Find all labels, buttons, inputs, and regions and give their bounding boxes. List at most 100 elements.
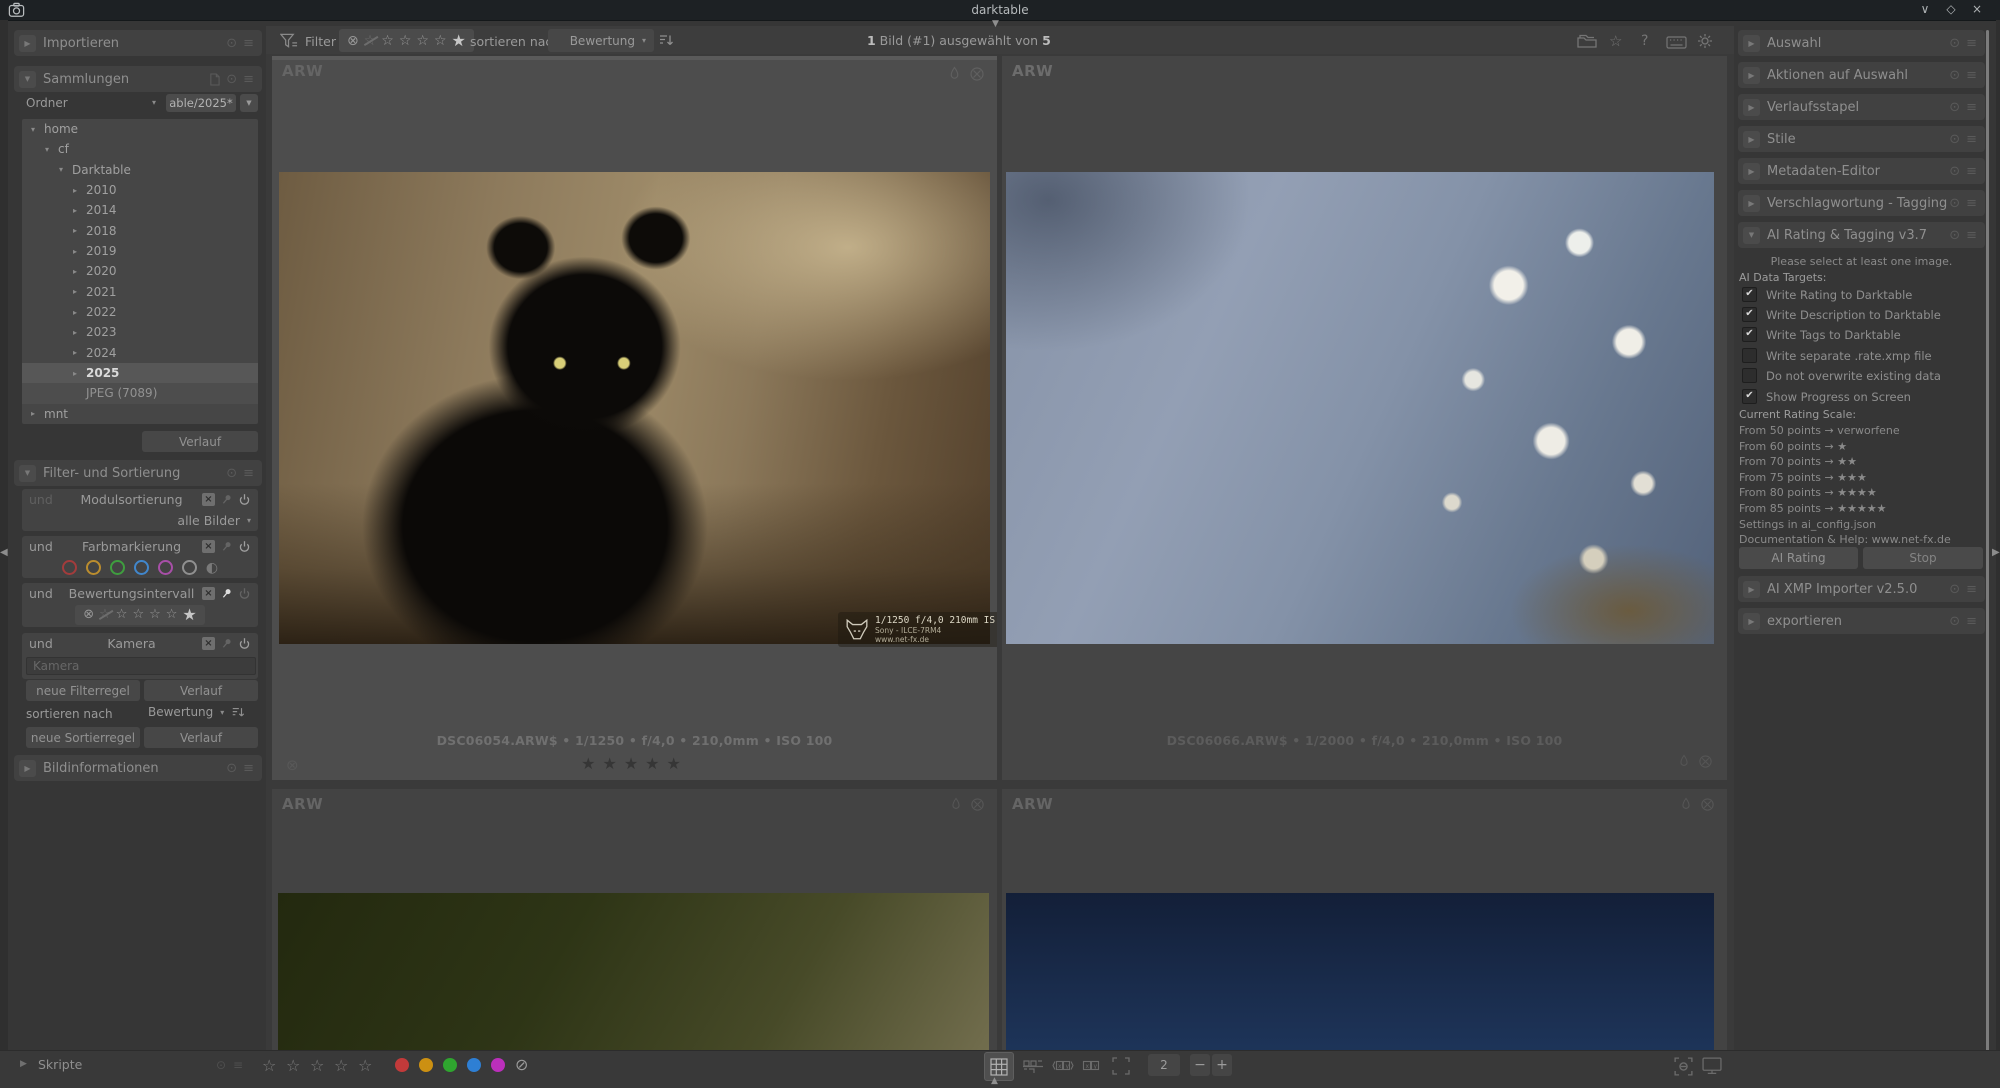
- tree-item-2014[interactable]: ▸ 2014: [22, 200, 258, 220]
- collapsed-icon[interactable]: ▸: [73, 226, 86, 235]
- photo-yellow-flowers[interactable]: [1006, 893, 1714, 1050]
- panel-header-ai-rating[interactable]: ▼ AI Rating & Tagging v3.7 ⊙ ≡: [1738, 222, 1985, 248]
- keyboard-shortcuts-icon[interactable]: [1666, 36, 1687, 49]
- color-label-gray[interactable]: [181, 560, 197, 575]
- pin-icon-active[interactable]: [220, 587, 233, 600]
- reject-icon[interactable]: ⊗: [83, 607, 94, 622]
- collection-history-dropdown[interactable]: ▼: [240, 94, 258, 112]
- reset-icon[interactable]: ⊙: [216, 1058, 226, 1072]
- checkbox-unchecked[interactable]: [1742, 368, 1757, 383]
- collapsed-icon[interactable]: ▸: [73, 369, 86, 378]
- collapsed-icon[interactable]: ▸: [73, 287, 86, 296]
- power-icon[interactable]: [238, 587, 251, 600]
- filter-history-button[interactable]: Verlauf: [144, 680, 258, 701]
- checkbox-unchecked[interactable]: [1742, 348, 1757, 363]
- thumbnail-cell-2[interactable]: ARW DSC06066.ARW$ • 1/2000 • f/4,0 • 210…: [1002, 56, 1727, 780]
- view-culling-fixed-button[interactable]: xy: [1082, 1058, 1100, 1074]
- presets-icon[interactable]: ≡: [243, 72, 254, 87]
- toolbar-rating-filter[interactable]: ⊗ ☆ ☆ ☆ ☆ ☆ ★: [339, 29, 474, 52]
- star-1-icon[interactable]: ☆: [116, 607, 128, 622]
- option-show-progress[interactable]: ✔ Show Progress on Screen: [1742, 389, 1911, 404]
- panel-header-export[interactable]: ▶ exportieren ⊙ ≡: [1738, 608, 1985, 634]
- star-2-icon[interactable]: ☆: [132, 607, 144, 622]
- tree-item-darktable[interactable]: ▾ Darktable: [22, 160, 258, 180]
- thumbnail-rating-stars[interactable]: ★★★★★: [272, 754, 997, 773]
- tree-item-jpeg[interactable]: JPEG (7089): [22, 383, 258, 404]
- star-3-icon[interactable]: ☆: [416, 33, 429, 49]
- collapse-arrow-icon[interactable]: ▼: [19, 464, 36, 482]
- favorites-star-icon[interactable]: ☆: [1609, 32, 1622, 50]
- reject-icon[interactable]: ⊗: [347, 33, 359, 49]
- presets-icon[interactable]: ≡: [1966, 68, 1977, 83]
- collapsed-icon[interactable]: ▸: [73, 348, 86, 357]
- collapse-arrow-icon[interactable]: ▼: [1743, 226, 1760, 244]
- photo-cat[interactable]: [279, 172, 990, 644]
- new-sort-rule-button[interactable]: neue Sortierregel: [26, 727, 140, 748]
- rate-4-star[interactable]: ☆: [334, 1056, 348, 1075]
- zero-star-icon[interactable]: ☆: [98, 607, 114, 622]
- sort-criteria-dropdown[interactable]: Bewertung ▾: [548, 29, 654, 52]
- thumbnail-cell-3[interactable]: ARW: [272, 789, 997, 1050]
- presets-icon[interactable]: ≡: [1966, 614, 1977, 629]
- sort-order-icon[interactable]: [231, 706, 245, 719]
- reset-icon[interactable]: ⊙: [226, 466, 237, 481]
- star-3-icon[interactable]: ☆: [149, 607, 161, 622]
- right-panel-scrollbar[interactable]: [1986, 30, 1989, 1080]
- option-write-rating[interactable]: ✔ Write Rating to Darktable: [1742, 287, 1912, 302]
- new-filter-rule-button[interactable]: neue Filterregel: [26, 680, 140, 701]
- panel-header-styles[interactable]: ▶ Stile ⊙ ≡: [1738, 126, 1985, 152]
- rating-range-widget[interactable]: ⊗ ☆ ☆ ☆ ☆ ☆ ★: [75, 604, 205, 625]
- tree-item-cf[interactable]: ▾ cf: [22, 139, 258, 159]
- presets-icon[interactable]: ≡: [243, 36, 254, 51]
- presets-icon[interactable]: ≡: [233, 1058, 243, 1072]
- presets-icon[interactable]: ≡: [1966, 228, 1977, 243]
- expand-arrow-icon[interactable]: ▶: [1743, 162, 1760, 180]
- power-icon[interactable]: [238, 493, 251, 506]
- power-icon[interactable]: [238, 637, 251, 650]
- color-label-green[interactable]: [109, 560, 125, 575]
- color-label-yellow[interactable]: [85, 560, 101, 575]
- rate-5-star[interactable]: ☆: [358, 1056, 372, 1075]
- collapsed-icon[interactable]: ▸: [31, 409, 44, 418]
- tree-item-2021[interactable]: ▸ 2021: [22, 282, 258, 302]
- reset-icon[interactable]: ⊙: [1949, 228, 1960, 243]
- pin-icon[interactable]: [220, 493, 233, 506]
- ai-stop-button[interactable]: Stop: [1863, 547, 1983, 569]
- rule-name[interactable]: Farbmarkierung: [61, 539, 202, 554]
- view-full-preview-button[interactable]: [1112, 1057, 1130, 1075]
- rate-3-star[interactable]: ☆: [310, 1056, 324, 1075]
- reset-icon[interactable]: ⊙: [226, 761, 237, 776]
- panel-header-tagging[interactable]: ▶ Verschlagwortung - Tagging ⊙ ≡: [1738, 190, 1985, 216]
- collapse-bottom-panel-arrow[interactable]: ▲: [991, 1076, 998, 1086]
- panel-header-ai-xmp-importer[interactable]: ▶ AI XMP Importer v2.5.0 ⊙ ≡: [1738, 576, 1985, 602]
- rule-conjunction[interactable]: und: [29, 492, 61, 507]
- thumbnail-cell-4[interactable]: ARW: [1002, 789, 1727, 1050]
- reset-icon[interactable]: ⊙: [1949, 36, 1960, 51]
- collapse-arrow-icon[interactable]: ▼: [19, 70, 36, 88]
- remove-rule-icon[interactable]: ×: [202, 540, 215, 553]
- collapse-top-panel-arrow[interactable]: ▼: [992, 19, 999, 29]
- remove-rule-icon[interactable]: ×: [202, 493, 215, 506]
- display-profile-button[interactable]: [1702, 1057, 1722, 1075]
- star-4-icon[interactable]: ☆: [166, 607, 178, 622]
- sort-order-icon[interactable]: [658, 33, 674, 48]
- option-no-overwrite[interactable]: Do not overwrite existing data: [1742, 368, 1941, 383]
- preferences-gear-icon[interactable]: [1697, 33, 1713, 49]
- star-5-icon[interactable]: ★: [452, 31, 466, 50]
- expand-arrow-icon[interactable]: ▶: [1743, 612, 1760, 630]
- presets-icon[interactable]: ≡: [1966, 196, 1977, 211]
- panel-header-import[interactable]: ▶ Importieren ⊙ ≡: [14, 30, 262, 56]
- collection-filter-input[interactable]: able/2025*: [166, 94, 236, 112]
- reset-icon[interactable]: ⊙: [226, 36, 237, 51]
- color-label-green-button[interactable]: [443, 1058, 457, 1072]
- zoom-level-input[interactable]: 2: [1148, 1054, 1180, 1076]
- expand-arrow-icon[interactable]: ▶: [20, 1059, 27, 1069]
- checkbox-checked[interactable]: ✔: [1742, 327, 1757, 342]
- expand-arrow-icon[interactable]: ▶: [1743, 34, 1760, 52]
- presets-icon[interactable]: ≡: [243, 761, 254, 776]
- tree-item-2018[interactable]: ▸ 2018: [22, 221, 258, 241]
- checkbox-checked[interactable]: ✔: [1742, 307, 1757, 322]
- rate-2-star[interactable]: ☆: [286, 1056, 300, 1075]
- star-2-icon[interactable]: ☆: [399, 33, 412, 49]
- reset-icon[interactable]: ⊙: [1949, 100, 1960, 115]
